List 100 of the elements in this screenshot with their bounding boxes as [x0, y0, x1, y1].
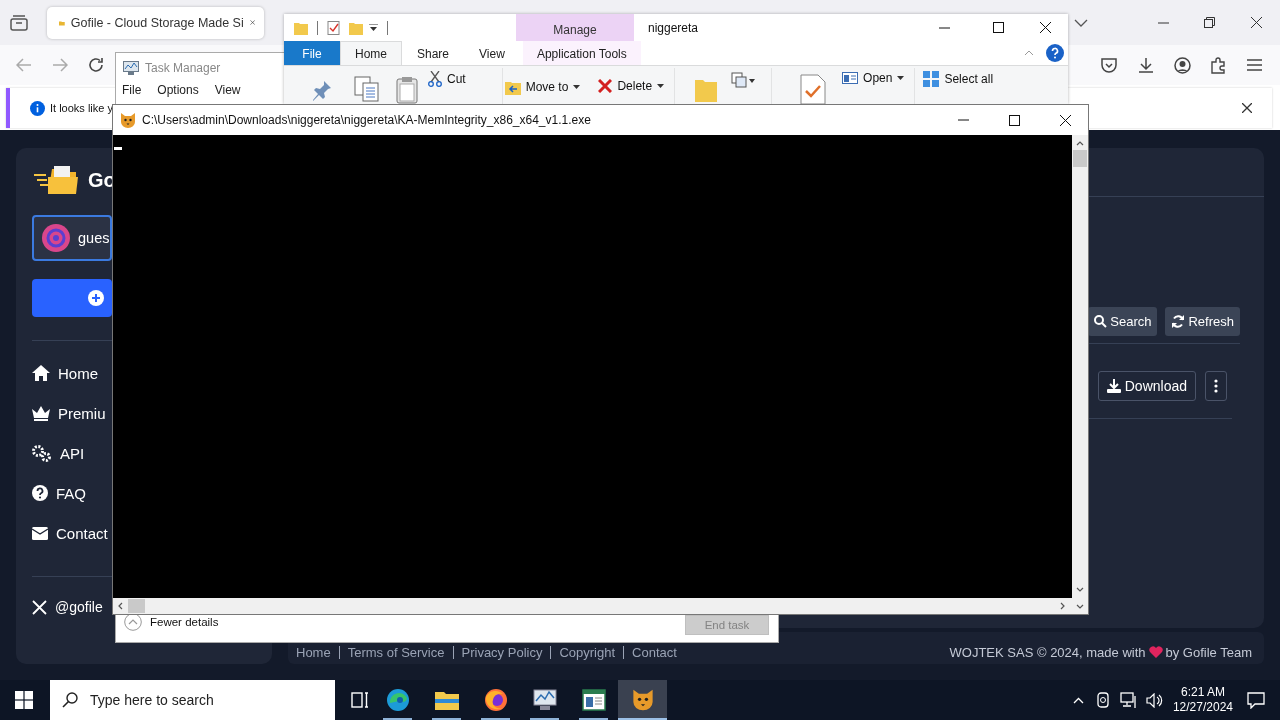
folder-arrow-icon	[504, 79, 521, 95]
download-button[interactable]: Download	[1097, 371, 1196, 401]
move-to-button[interactable]: Move to	[502, 79, 583, 95]
menu-item[interactable]: Options	[157, 83, 199, 97]
toolbar-button[interactable]: Search	[1088, 307, 1158, 336]
nav-link[interactable]: FAQ	[32, 473, 86, 513]
ribbon-tab[interactable]: Home	[340, 41, 402, 65]
scissors-icon	[428, 71, 442, 87]
task-view-icon[interactable]	[351, 692, 369, 708]
ribbon-tab[interactable]: Application Tools	[522, 41, 641, 65]
scroll-left-icon[interactable]	[118, 602, 123, 610]
search-icon	[1094, 315, 1108, 328]
clock[interactable]: 6:21 AM 12/27/2024	[1172, 685, 1233, 715]
download-icon[interactable]	[1138, 57, 1154, 73]
app-window-icon	[581, 689, 606, 711]
credit-text: by Gofile Team	[1165, 644, 1252, 660]
device-icon[interactable]	[1095, 692, 1110, 708]
clipboard-icon[interactable]	[396, 76, 418, 104]
envelope-icon	[32, 526, 48, 540]
account-selector[interactable]: gues	[32, 215, 112, 261]
close-icon[interactable]	[1251, 17, 1262, 28]
pocket-icon[interactable]	[1101, 57, 1117, 73]
gears-icon	[32, 444, 52, 462]
swirl-icon	[385, 688, 410, 712]
maximize-icon[interactable]	[1009, 114, 1020, 126]
open-button[interactable]: Open	[840, 71, 907, 85]
close-icon[interactable]	[1040, 22, 1051, 33]
ribbon-tab[interactable]: Share	[402, 41, 465, 65]
dropdown-icon[interactable]	[369, 23, 378, 32]
scroll-down-icon[interactable]	[1076, 603, 1084, 609]
ribbon-tab[interactable]: View	[464, 41, 520, 65]
window-title: Task Manager	[145, 61, 221, 75]
menu-item[interactable]: View	[214, 83, 241, 97]
plus-circle-icon	[88, 290, 104, 306]
minimize-icon[interactable]	[939, 26, 950, 29]
notification-icon[interactable]	[1247, 691, 1265, 709]
scroll-up-icon[interactable]	[1076, 141, 1084, 146]
question-circle-icon	[32, 485, 48, 501]
scroll-right-icon[interactable]	[1060, 602, 1065, 610]
scrollbar-thumb[interactable]	[128, 599, 145, 613]
scrollbar-thumb[interactable]	[1073, 150, 1087, 167]
nav-link[interactable]: Contact	[32, 513, 108, 553]
footer-link[interactable]: Contact	[632, 644, 677, 660]
window-title: C:\Users\admin\Downloads\niggereta\niggereta\KA-MemIntegrity_x86_x64_v1.1.exe	[142, 113, 591, 127]
footer-link[interactable]: Copyright	[559, 644, 616, 660]
speaker-icon[interactable]	[1145, 692, 1163, 708]
scroll-down-icon[interactable]	[1076, 587, 1084, 592]
help-icon[interactable]	[1046, 44, 1064, 62]
close-icon[interactable]	[1060, 114, 1071, 126]
monitor-chart-icon	[532, 689, 557, 711]
footer-link[interactable]: Privacy Policy	[461, 644, 543, 660]
account-icon[interactable]	[1174, 56, 1191, 74]
footer-link[interactable]: Terms of Service	[347, 644, 445, 660]
window-title: niggereta	[648, 20, 699, 35]
collapse-ribbon-icon[interactable]	[1024, 50, 1034, 56]
select-all-button[interactable]: Select all	[921, 71, 996, 87]
delete-icon	[598, 79, 613, 93]
delete-button[interactable]: Delete	[596, 79, 667, 93]
folder-icon	[434, 690, 459, 710]
list-tabs-icon[interactable]	[10, 14, 28, 31]
network-icon[interactable]	[1119, 692, 1138, 708]
monitor-chart-icon	[123, 61, 139, 75]
restore-icon[interactable]	[1204, 17, 1215, 28]
copy-to-icon[interactable]	[731, 72, 756, 90]
avatar-icon	[42, 224, 70, 252]
properties-icon[interactable]	[800, 74, 827, 104]
taskbar-search-field[interactable]: Type here to search	[50, 680, 335, 720]
minimize-icon[interactable]	[1158, 21, 1169, 24]
maximize-icon[interactable]	[993, 22, 1004, 33]
nav-link[interactable]: Home	[32, 353, 98, 393]
heart-icon	[1148, 646, 1163, 658]
reload-icon[interactable]	[88, 57, 104, 73]
home-icon	[32, 365, 50, 381]
nav-link[interactable]: API	[32, 433, 85, 473]
cat-head-icon	[631, 689, 654, 711]
chevron-down-icon[interactable]	[1074, 18, 1088, 27]
horizontal-scrollbar[interactable]	[113, 598, 1088, 614]
x-logo-icon	[32, 599, 47, 615]
vertical-scrollbar[interactable]	[1072, 135, 1088, 598]
puzzle-icon[interactable]	[1210, 56, 1226, 74]
ribbon-tab[interactable]: File	[284, 41, 340, 65]
menu-icon[interactable]	[1247, 59, 1262, 71]
toolbar-button[interactable]: Refresh	[1165, 307, 1240, 336]
fox-globe-icon	[483, 688, 508, 712]
nav-link[interactable]: Premiu	[32, 393, 106, 433]
more-button[interactable]	[1205, 371, 1227, 401]
more-vertical-icon	[1214, 379, 1218, 393]
cat-head-icon	[120, 112, 136, 128]
close-icon[interactable]	[1242, 103, 1252, 113]
social-link[interactable]: @gofile	[32, 587, 103, 627]
contextual-tab-header: Manage	[516, 14, 634, 41]
chevron-up-icon[interactable]	[1072, 696, 1084, 704]
cut-button[interactable]: Cut	[426, 71, 468, 87]
upload-button[interactable]	[32, 279, 112, 317]
browser-tab[interactable]: Gofile - Cloud Storage Made Si	[47, 6, 264, 39]
menu-item[interactable]: File	[122, 83, 142, 97]
footer-link[interactable]: Home	[296, 644, 331, 660]
pin-icon[interactable]	[312, 80, 332, 102]
windows-start-icon[interactable]	[15, 691, 33, 709]
properties-icon[interactable]	[327, 20, 341, 35]
